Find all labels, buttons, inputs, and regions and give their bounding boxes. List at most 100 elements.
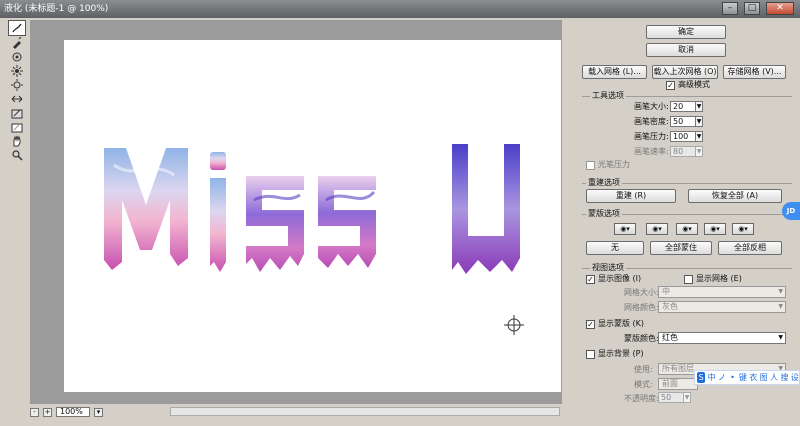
- ime-search-icon[interactable]: 搜: [780, 372, 788, 383]
- twirl-icon[interactable]: [8, 50, 26, 64]
- reconstruct-button[interactable]: 重建 (R): [586, 189, 676, 203]
- freeze-mask-icon[interactable]: [8, 106, 26, 120]
- mask-intersect-icon[interactable]: ◉▾: [704, 223, 726, 235]
- ime-toolbar: S 中 ノ • 键 衣 图 人 搜 设: [694, 370, 800, 385]
- view-options-title: 视图选项: [590, 262, 626, 273]
- document-canvas[interactable]: [64, 40, 561, 392]
- mask-none-button[interactable]: 无: [586, 241, 644, 255]
- save-mesh-button[interactable]: 存储网格 (V)...: [723, 65, 786, 79]
- show-image-checkbox[interactable]: ✓: [586, 275, 595, 284]
- zoom-out-button[interactable]: -: [30, 407, 39, 417]
- invert-all-button[interactable]: 全部反相: [718, 241, 782, 255]
- letter-s-2: [318, 176, 376, 268]
- mask-replace-icon[interactable]: ◉▾: [614, 223, 636, 235]
- chevron-down-icon: ▼: [778, 303, 783, 310]
- thaw-mask-icon[interactable]: [8, 120, 26, 134]
- brush-rate-field[interactable]: 80: [670, 146, 696, 157]
- show-image-label: 显示图像 (I): [598, 274, 642, 283]
- mesh-size-value: 中: [662, 287, 670, 296]
- brush-cursor-icon: [504, 315, 524, 335]
- mesh-size-label: 网格大小:: [624, 288, 659, 297]
- cancel-button[interactable]: 取消: [646, 43, 726, 57]
- brush-pressure-label: 画笔压力:: [634, 132, 669, 141]
- mode-select[interactable]: 前面: [658, 378, 698, 390]
- liquify-toolbar: [6, 20, 28, 420]
- zoom-in-button[interactable]: +: [43, 407, 52, 417]
- brush-size-dropdown-icon[interactable]: ▼: [695, 101, 703, 112]
- advanced-mode-checkbox[interactable]: ✓: [666, 81, 675, 90]
- hand-icon[interactable]: [8, 134, 26, 148]
- show-backdrop-checkbox[interactable]: [586, 350, 595, 359]
- close-button[interactable]: ✕: [766, 2, 794, 15]
- opacity-field[interactable]: 50: [658, 392, 684, 403]
- options-panel: 确定 取消 载入网格 (L)... 载入上次网格 (O) 存储网格 (V)...…: [568, 20, 794, 424]
- mask-color-select[interactable]: 红色 ▼: [658, 332, 786, 344]
- mask-all-button[interactable]: 全部蒙住: [650, 241, 712, 255]
- brush-size-label: 画笔大小:: [634, 102, 669, 111]
- brush-density-field[interactable]: 50: [670, 116, 696, 127]
- mask-color-value: 红色: [662, 333, 678, 342]
- liquified-text-graphic: [104, 144, 520, 274]
- reconstruct-icon[interactable]: [8, 36, 26, 50]
- ime-user-icon[interactable]: 人: [770, 372, 778, 383]
- letter-i-dot: [210, 152, 226, 170]
- ime-keyboard-icon[interactable]: 键: [739, 372, 747, 383]
- forward-warp-icon[interactable]: [8, 20, 26, 36]
- mask-invert-icon[interactable]: ◉▾: [732, 223, 754, 235]
- stylus-pressure-checkbox[interactable]: [586, 161, 595, 170]
- ok-button[interactable]: 确定: [646, 25, 726, 39]
- show-mask-checkbox[interactable]: ✓: [586, 320, 595, 329]
- show-mesh-label: 显示网格 (E): [696, 274, 742, 283]
- load-mesh-button[interactable]: 载入网格 (L)...: [582, 65, 647, 79]
- zoom-icon[interactable]: [8, 148, 26, 162]
- use-label: 使用:: [634, 365, 653, 374]
- brush-rate-dropdown-icon[interactable]: ▼: [695, 146, 703, 157]
- mask-subtract-icon[interactable]: ◉▾: [676, 223, 698, 235]
- status-bar: - + 100% ▾: [30, 406, 562, 418]
- stylus-pressure-label: 光笔压力: [598, 160, 630, 169]
- brush-size-field[interactable]: 20: [670, 101, 696, 112]
- zoom-level-field[interactable]: 100%: [56, 407, 90, 417]
- reconstruct-options-title: 重建选项: [586, 177, 622, 188]
- brush-density-label: 画笔密度:: [634, 117, 669, 126]
- push-left-icon[interactable]: [8, 92, 26, 106]
- mesh-color-select[interactable]: 灰色 ▼: [658, 301, 786, 313]
- show-mask-label: 显示蒙版 (K): [598, 319, 645, 328]
- chevron-down-icon: ▼: [778, 288, 783, 295]
- ime-settings-icon[interactable]: 设: [791, 372, 799, 383]
- zoom-dropdown-button[interactable]: ▾: [94, 407, 103, 417]
- chevron-down-icon: ▼: [778, 334, 783, 341]
- brush-density-dropdown-icon[interactable]: ▼: [695, 116, 703, 127]
- ime-dot-icon[interactable]: •: [728, 372, 736, 383]
- opacity-dropdown-icon[interactable]: ▼: [683, 392, 691, 403]
- title-bar: 液化 (未标题-1 @ 100%) – □ ✕: [0, 0, 800, 18]
- maximize-button[interactable]: □: [744, 2, 760, 15]
- brush-pressure-dropdown-icon[interactable]: ▼: [695, 131, 703, 142]
- bloat-icon[interactable]: [8, 78, 26, 92]
- ime-punctuation-icon[interactable]: ノ: [718, 372, 726, 383]
- advanced-mode-label: 高级模式: [678, 80, 710, 89]
- pucker-icon[interactable]: [8, 64, 26, 78]
- jd-floating-badge[interactable]: JD: [782, 202, 800, 220]
- window-title: 液化 (未标题-1 @ 100%): [4, 4, 109, 14]
- restore-all-button[interactable]: 恢复全部 (A): [688, 189, 782, 203]
- ime-chinese-mode-icon[interactable]: 中: [707, 372, 716, 383]
- show-mesh-checkbox[interactable]: [684, 275, 693, 284]
- mesh-size-select[interactable]: 中 ▼: [658, 286, 786, 298]
- letter-i: [210, 178, 226, 272]
- preview-area[interactable]: [30, 20, 562, 404]
- mask-add-icon[interactable]: ◉▾: [646, 223, 668, 235]
- opacity-label: 不透明度:: [624, 394, 659, 403]
- brush-rate-label: 画笔速率:: [634, 147, 669, 156]
- ime-logo-icon[interactable]: S: [697, 372, 706, 383]
- horizontal-scrollbar[interactable]: [170, 407, 560, 416]
- mode-value: 前面: [662, 379, 678, 388]
- brush-pressure-field[interactable]: 100: [670, 131, 696, 142]
- mesh-color-label: 网格颜色:: [624, 303, 659, 312]
- minimize-button[interactable]: –: [722, 2, 738, 15]
- letter-s-1: [246, 176, 304, 272]
- ime-toolbox-icon[interactable]: 图: [759, 372, 768, 383]
- mesh-color-value: 灰色: [662, 302, 678, 311]
- ime-skin-icon[interactable]: 衣: [749, 372, 757, 383]
- load-last-mesh-button[interactable]: 载入上次网格 (O): [652, 65, 718, 79]
